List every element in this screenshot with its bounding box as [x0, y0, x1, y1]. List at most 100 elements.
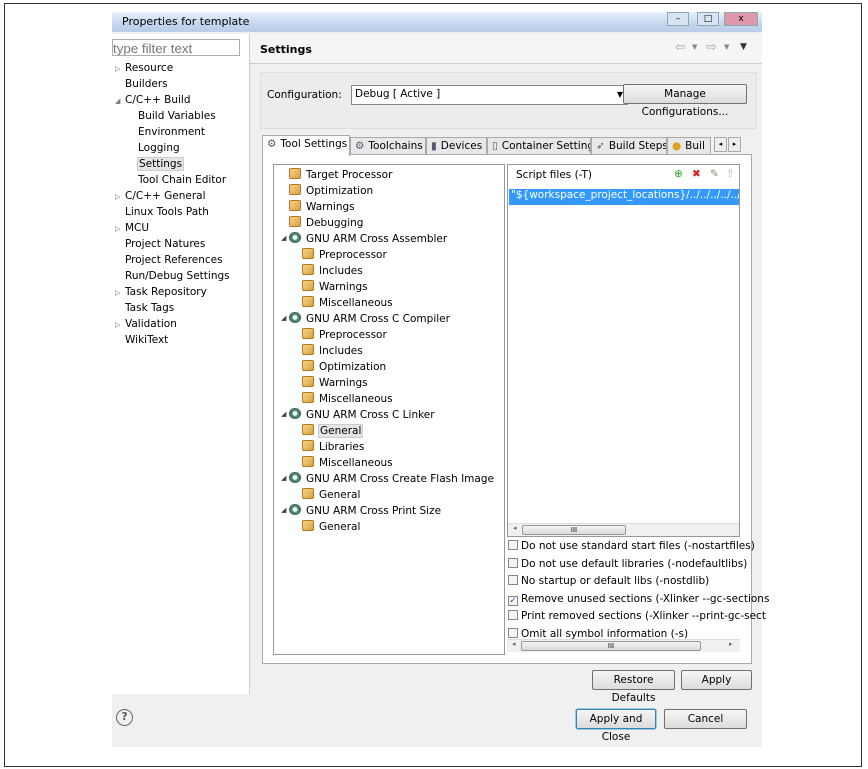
tab-build-steps[interactable]: ➶ Build Steps	[591, 137, 667, 155]
nav-item[interactable]: Logging	[137, 142, 181, 157]
tab-scroll-right-icon[interactable]: ▸	[728, 137, 741, 152]
move-up-icon[interactable]: ⇧	[726, 168, 735, 180]
edit-icon[interactable]: ✎	[710, 168, 719, 180]
expanded-arrow-icon[interactable]: ◢	[115, 97, 120, 105]
back-icon[interactable]: ⇦	[675, 40, 686, 55]
tool-tree: Target Processor Optimization Warnings Debu…	[273, 164, 505, 655]
tree-item[interactable]: Includes	[302, 344, 364, 360]
nav-item[interactable]: ▷ C/C++ General	[115, 190, 207, 205]
tree-item[interactable]: Optimization	[302, 360, 387, 376]
expanded-arrow-icon[interactable]: ◢	[281, 474, 286, 482]
tree-item[interactable]: Warnings	[302, 280, 369, 296]
tab-buil[interactable]: ● Buil	[667, 137, 711, 155]
tab-devices[interactable]: ▮ Devices	[426, 137, 487, 155]
nav-item[interactable]: WikiText	[124, 334, 169, 349]
tree-item[interactable]: Warnings	[289, 200, 356, 216]
maximize-button[interactable]: □	[697, 12, 719, 26]
tree-item[interactable]: Miscellaneous	[302, 456, 394, 472]
collapsed-arrow-icon[interactable]: ▷	[115, 193, 120, 201]
checkbox-unchecked[interactable]	[508, 628, 518, 638]
tree-item[interactable]: ◢ GNU ARM Cross C Compiler	[281, 312, 451, 328]
nav-item[interactable]: Task Tags	[124, 302, 175, 317]
nav-item[interactable]: Environment	[137, 126, 206, 141]
checkbox-unchecked[interactable]	[508, 540, 518, 550]
nav-item[interactable]: Project References	[124, 254, 224, 269]
cancel-button[interactable]: Cancel	[664, 709, 747, 729]
tree-item[interactable]: Miscellaneous	[302, 392, 394, 408]
close-button[interactable]: x	[724, 12, 758, 26]
option-checkbox[interactable]: Do not use standard start files (-nostar…	[508, 540, 755, 552]
manage-configurations-button[interactable]: Manage Configurations...	[623, 84, 747, 118]
tree-item[interactable]: Optimization	[289, 184, 374, 200]
checkbox-unchecked[interactable]	[508, 610, 518, 621]
delete-icon[interactable]: ✖	[692, 168, 701, 180]
checkbox-checked[interactable]: ✓	[508, 595, 518, 606]
horizontal-scrollbar[interactable]: ◂ III	[508, 523, 739, 536]
apply-and-close-button[interactable]: Apply and Close	[576, 709, 656, 743]
option-checkbox[interactable]: Do not use default libraries (-nodefault…	[508, 557, 747, 570]
tab-container-settings[interactable]: ▯ Container Settings	[487, 137, 591, 155]
option-checkbox[interactable]: ✓ Remove unused sections (-Xlinker --gc-s…	[508, 593, 769, 606]
tree-item[interactable]: ◢ GNU ARM Cross Create Flash Image	[281, 472, 495, 488]
tab-tool-settings[interactable]: ⚙ Tool Settings	[262, 135, 350, 156]
tree-item[interactable]: ◢ GNU ARM Cross Assembler	[281, 232, 448, 248]
nav-item[interactable]: Build Variables	[137, 110, 217, 125]
checkbox-unchecked[interactable]	[508, 575, 518, 586]
scroll-thumb[interactable]: III	[521, 641, 701, 651]
apply-button[interactable]: Apply	[681, 670, 752, 690]
minimize-button[interactable]: –	[667, 12, 689, 26]
collapsed-arrow-icon[interactable]: ▷	[115, 321, 120, 329]
expanded-arrow-icon[interactable]: ◢	[281, 506, 286, 514]
view-menu-icon[interactable]: ▼	[740, 42, 747, 52]
tree-item[interactable]: Preprocessor	[302, 328, 388, 344]
filter-input[interactable]	[112, 39, 240, 56]
tree-item[interactable]: Target Processor	[289, 168, 393, 184]
nav-item[interactable]: ▷ MCU	[115, 222, 150, 237]
collapsed-arrow-icon[interactable]: ▷	[115, 65, 120, 73]
tab-toolchains[interactable]: ⚙ Toolchains	[350, 137, 426, 155]
collapsed-arrow-icon[interactable]: ▷	[115, 225, 120, 233]
nav-item[interactable]: ▷ Validation	[115, 318, 178, 333]
nav-item[interactable]: ▷ Resource	[115, 62, 174, 77]
nav-item[interactable]: Run/Debug Settings	[124, 270, 231, 285]
scroll-thumb[interactable]: III	[522, 525, 626, 535]
back-dropdown-icon[interactable]: ▼	[692, 43, 697, 51]
forward-icon[interactable]: ⇨	[706, 40, 717, 55]
help-icon[interactable]: ?	[116, 709, 133, 726]
tree-item[interactable]: Miscellaneous	[302, 296, 394, 312]
collapsed-arrow-icon[interactable]: ▷	[115, 289, 120, 297]
nav-item[interactable]: ◢ C/C++ Build	[115, 94, 192, 109]
nav-item[interactable]: Builders	[124, 78, 169, 93]
configuration-select[interactable]: Debug [ Active ] ▼	[351, 85, 628, 105]
tree-item[interactable]: General	[302, 424, 364, 440]
option-checkbox[interactable]: No startup or default libs (-nostdlib)	[508, 575, 709, 587]
nav-item[interactable]: Project Natures	[124, 238, 206, 253]
options-horizontal-scrollbar[interactable]: ◂ III ▸	[507, 639, 740, 652]
expanded-arrow-icon[interactable]: ◢	[281, 410, 286, 418]
tab-scroll-left-icon[interactable]: ◂	[714, 137, 727, 152]
nav-item[interactable]: ▷ Task Repository	[115, 286, 208, 301]
nav-item[interactable]: Settings	[137, 157, 185, 173]
scroll-left-icon[interactable]: ◂	[513, 524, 517, 532]
add-icon[interactable]: ⊕	[674, 168, 683, 180]
tree-item[interactable]: Libraries	[302, 440, 365, 456]
checkbox-unchecked[interactable]	[508, 557, 518, 568]
nav-item[interactable]: Tool Chain Editor	[137, 174, 227, 189]
nav-item[interactable]: Linux Tools Path	[124, 206, 210, 221]
forward-dropdown-icon[interactable]: ▼	[724, 43, 729, 51]
tree-item[interactable]: ◢ GNU ARM Cross C Linker	[281, 408, 436, 424]
expanded-arrow-icon[interactable]: ◢	[281, 314, 286, 322]
scroll-right-icon[interactable]: ▸	[729, 640, 733, 648]
option-checkbox[interactable]: Print removed sections (-Xlinker --print…	[508, 610, 766, 622]
script-file-item[interactable]: "${workspace_project_locations}/../../..…	[509, 189, 739, 205]
tree-item[interactable]: Includes	[302, 264, 364, 280]
tree-item[interactable]: Debugging	[289, 216, 364, 232]
expanded-arrow-icon[interactable]: ◢	[281, 234, 286, 242]
tree-item[interactable]: Preprocessor	[302, 248, 388, 264]
tree-item[interactable]: General	[302, 520, 361, 536]
tree-item[interactable]: General	[302, 488, 361, 504]
restore-defaults-button[interactable]: Restore Defaults	[592, 670, 675, 704]
tree-item[interactable]: ◢ GNU ARM Cross Print Size	[281, 504, 442, 520]
scroll-left-icon[interactable]: ◂	[512, 640, 516, 648]
tree-item[interactable]: Warnings	[302, 376, 369, 392]
